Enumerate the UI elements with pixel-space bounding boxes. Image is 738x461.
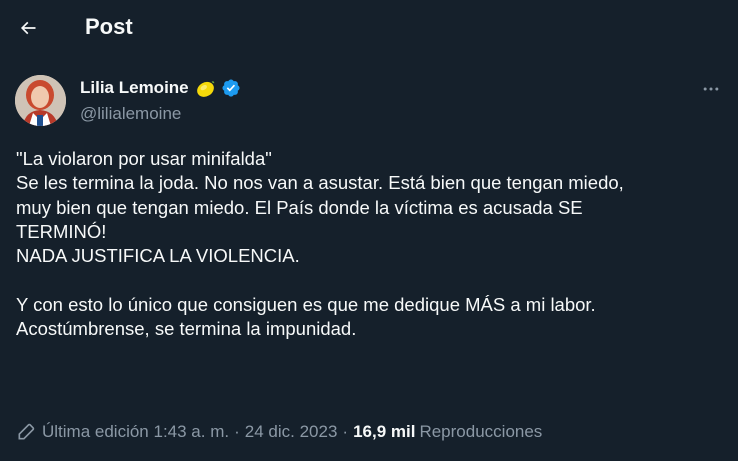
pencil-icon [16,422,36,442]
arrow-left-icon [20,21,36,35]
meta-separator: · [342,422,349,441]
avatar[interactable] [15,75,66,126]
post-text: "La violaron por usar minifalda" Se les … [16,147,728,341]
post-text-line: muy bien que tengan miedo. El País donde… [16,196,583,218]
views-count: 16,9 mil [353,422,416,441]
post-text-line: NADA JUSTIFICA LA VIOLENCIA. [16,245,300,267]
back-button[interactable] [10,10,46,46]
meta-separator: · [234,422,240,441]
post-text-line: Y con esto lo único que consiguen es que… [16,293,596,315]
lemon-icon [195,78,216,99]
post-text-line: Acostúmbrense, se termina la impunidad. [16,318,357,340]
post-text-line: TERMINÓ! [16,220,107,242]
author-display-name[interactable]: Lilia Lemoine [80,77,189,99]
author-handle[interactable]: @lilialemoine [80,103,181,125]
views-label: Reproducciones [419,422,543,441]
verified-badge-icon[interactable] [221,78,241,98]
post-date[interactable]: 24 dic. 2023 [245,422,338,442]
post-text-line: Se les termina la joda. No nos van a asu… [16,172,624,194]
page-title: Post [85,14,133,39]
more-dots-icon [703,87,719,91]
post-meta: Última edición 1:43 a. m. · 24 dic. 2023… [16,421,542,443]
post-header: Post [0,0,738,56]
post-text-line: "La violaron por usar minifalda" [16,148,272,169]
more-options-button[interactable] [695,76,727,102]
post-text-spacer [16,268,728,292]
author-row: Lilia Lemoine [80,77,241,99]
edited-label[interactable]: Última edición 1:43 a. m. [42,422,229,442]
